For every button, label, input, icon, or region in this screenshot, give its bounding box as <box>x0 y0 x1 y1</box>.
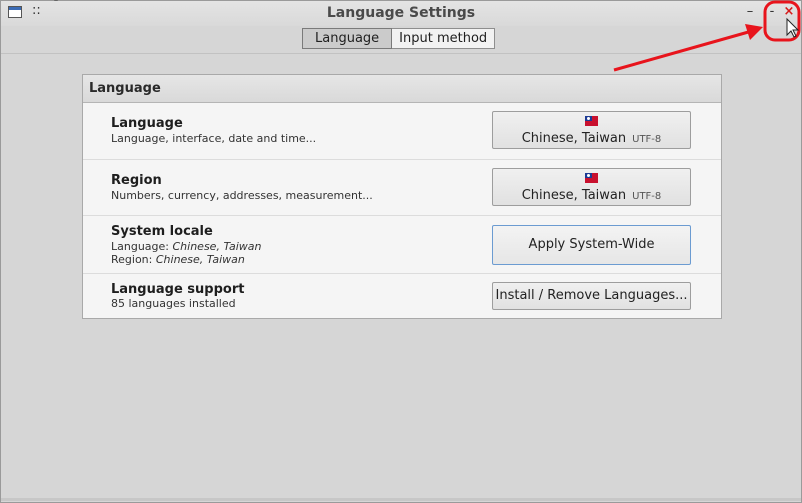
taiwan-flag-icon <box>585 116 598 126</box>
language-support-row: Language support 85 languages installed … <box>83 273 721 318</box>
title-bar[interactable]: :: ¯ Language Settings – - × <box>1 0 801 26</box>
region-select-button[interactable]: Chinese, Taiwan UTF-8 <box>492 168 691 206</box>
minimize-button[interactable]: – <box>742 4 758 20</box>
region-encoding: UTF-8 <box>632 191 662 202</box>
language-encoding: UTF-8 <box>632 134 662 145</box>
language-row: Language Language, interface, date and t… <box>83 103 721 158</box>
system-locale-region: Region: Chinese, Taiwan <box>111 253 245 266</box>
close-button[interactable]: × <box>781 4 797 20</box>
window-title: Language Settings <box>326 5 476 21</box>
language-panel: Language Language Language, interface, d… <box>82 74 722 319</box>
language-support-title: Language support <box>111 282 245 297</box>
language-select-button[interactable]: Chinese, Taiwan UTF-8 <box>492 111 691 149</box>
language-row-title: Language <box>111 116 183 131</box>
maximize-button[interactable]: - <box>764 4 780 20</box>
region-button-label: Chinese, Taiwan UTF-8 <box>521 188 662 203</box>
taiwan-flag-icon <box>585 173 598 183</box>
system-locale-row: System locale Language: Chinese, Taiwan … <box>83 215 721 273</box>
language-button-label: Chinese, Taiwan UTF-8 <box>521 131 662 146</box>
region-row-subtitle: Numbers, currency, addresses, measuremen… <box>111 189 373 202</box>
language-support-count: 85 languages installed <box>111 297 236 310</box>
header-divider <box>1 53 801 54</box>
tab-bar: Language Input method <box>302 28 496 49</box>
language-row-subtitle: Language, interface, date and time... <box>111 132 317 145</box>
region-row: Region Numbers, currency, addresses, mea… <box>83 159 721 215</box>
window-bottom-edge <box>1 498 801 501</box>
tab-language[interactable]: Language <box>302 28 393 49</box>
system-locale-title: System locale <box>111 224 213 239</box>
region-row-title: Region <box>111 173 162 188</box>
apply-system-wide-button[interactable]: Apply System-Wide <box>492 225 691 265</box>
panel-header: Language <box>83 75 721 103</box>
language-settings-window: :: ¯ Language Settings – - × Language In… <box>0 0 802 503</box>
system-locale-language: Language: Chinese, Taiwan <box>111 240 262 253</box>
tab-input-method[interactable]: Input method <box>392 28 496 49</box>
install-remove-languages-button[interactable]: Install / Remove Languages... <box>492 282 691 310</box>
